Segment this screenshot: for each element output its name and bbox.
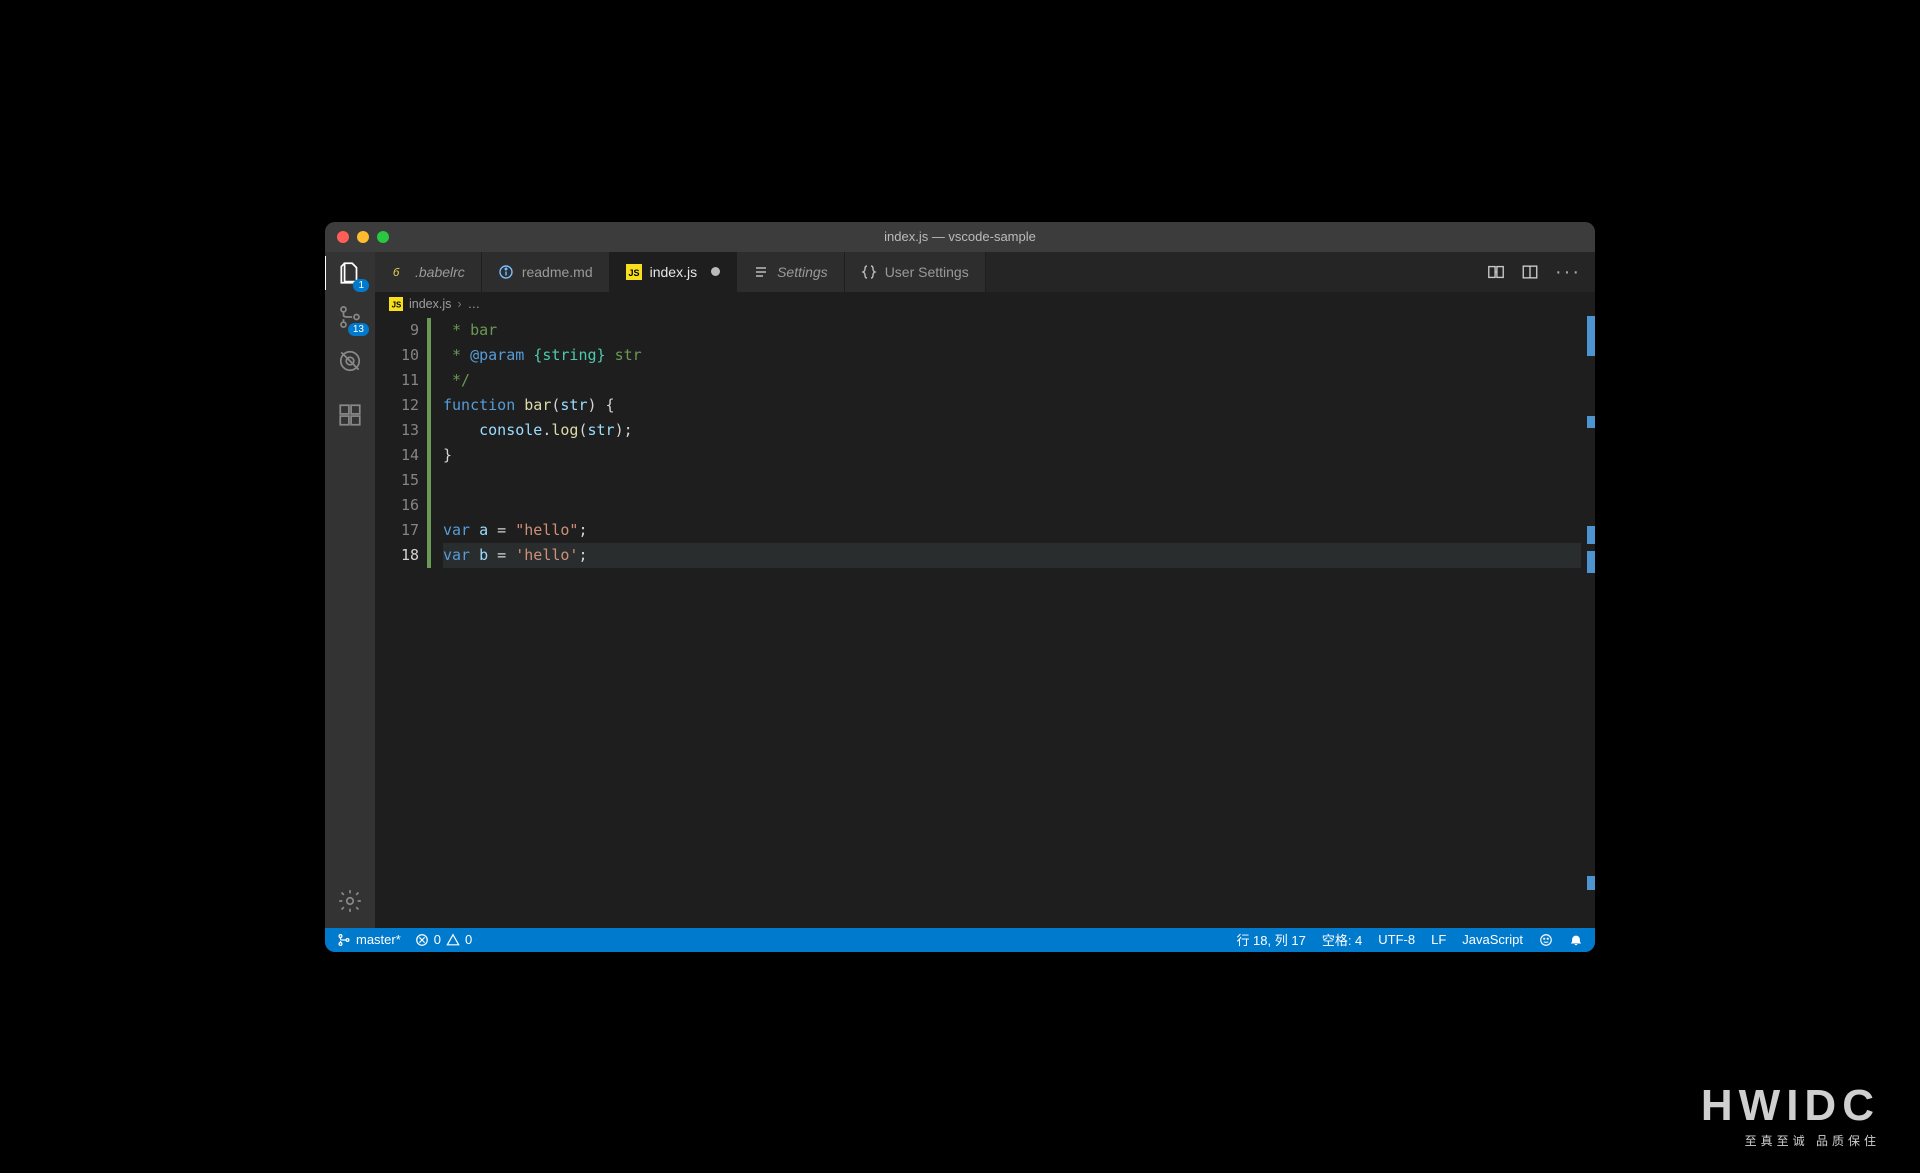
activity-source-control[interactable]: 13 bbox=[337, 304, 363, 330]
breadcrumb-rest: … bbox=[468, 297, 481, 311]
code-line[interactable]: var b = 'hello'; bbox=[443, 543, 1581, 568]
status-warnings: 0 bbox=[465, 932, 472, 947]
line-number: 14 bbox=[375, 443, 419, 468]
tab-bar: б .babelrc readme.md JS index.js Settings… bbox=[375, 252, 1595, 292]
zoom-window-button[interactable] bbox=[377, 231, 389, 243]
tab-label: Settings bbox=[777, 264, 828, 280]
breadcrumb[interactable]: JS index.js › … bbox=[375, 292, 1595, 316]
info-icon bbox=[498, 264, 514, 280]
more-actions-icon[interactable]: ··· bbox=[1555, 267, 1581, 277]
line-number: 13 bbox=[375, 418, 419, 443]
lines-icon bbox=[753, 264, 769, 280]
code-line[interactable] bbox=[443, 493, 1581, 518]
js-icon: JS bbox=[626, 264, 642, 280]
line-number: 9 bbox=[375, 318, 419, 343]
title-bar: index.js — vscode-sample bbox=[325, 222, 1595, 252]
watermark: HWIDC 至真至诚 品质保住 bbox=[1701, 1084, 1880, 1149]
code-line[interactable]: console.log(str); bbox=[443, 418, 1581, 443]
status-encoding[interactable]: UTF-8 bbox=[1378, 932, 1415, 947]
line-number: 10 bbox=[375, 343, 419, 368]
tab-readme-md[interactable]: readme.md bbox=[482, 252, 610, 292]
tab-settings[interactable]: Settings bbox=[737, 252, 845, 292]
overview-mark bbox=[1587, 876, 1595, 890]
tab-label: readme.md bbox=[522, 264, 593, 280]
code-line[interactable]: function bar(str) { bbox=[443, 393, 1581, 418]
code-area[interactable]: * bar * @param {string} str */function b… bbox=[431, 316, 1581, 928]
window-controls bbox=[337, 231, 389, 243]
dirty-indicator bbox=[711, 267, 720, 276]
tab-label: index.js bbox=[650, 264, 697, 280]
activity-explorer[interactable]: 1 bbox=[337, 260, 363, 286]
code-line[interactable] bbox=[443, 468, 1581, 493]
status-feedback[interactable] bbox=[1539, 933, 1553, 947]
overview-mark bbox=[1587, 316, 1595, 356]
minimize-window-button[interactable] bbox=[357, 231, 369, 243]
overview-mark bbox=[1587, 526, 1595, 544]
overview-ruler[interactable] bbox=[1581, 316, 1595, 928]
svg-text:JS: JS bbox=[628, 268, 639, 278]
close-window-button[interactable] bbox=[337, 231, 349, 243]
line-number: 17 bbox=[375, 518, 419, 543]
code-line[interactable]: } bbox=[443, 443, 1581, 468]
tab-user-settings[interactable]: User Settings bbox=[845, 252, 986, 292]
activity-debug[interactable] bbox=[337, 348, 363, 374]
tab-label: User Settings bbox=[885, 264, 969, 280]
code-line[interactable]: * @param {string} str bbox=[443, 343, 1581, 368]
status-language[interactable]: JavaScript bbox=[1462, 932, 1523, 947]
status-errors: 0 bbox=[434, 932, 441, 947]
scm-badge: 13 bbox=[348, 323, 369, 336]
code-line[interactable]: var a = "hello"; bbox=[443, 518, 1581, 543]
split-editor-icon[interactable] bbox=[1521, 263, 1539, 281]
status-indent[interactable]: 空格: 4 bbox=[1322, 930, 1362, 949]
line-number: 11 bbox=[375, 368, 419, 393]
tab-label: .babelrc bbox=[415, 264, 465, 280]
line-number: 15 bbox=[375, 468, 419, 493]
activity-bar: 1 13 bbox=[325, 252, 375, 928]
overview-mark bbox=[1587, 416, 1595, 428]
tab-index-js[interactable]: JS index.js bbox=[610, 252, 737, 292]
breadcrumb-separator: › bbox=[457, 297, 461, 311]
braces-icon bbox=[861, 264, 877, 280]
activity-settings[interactable] bbox=[337, 888, 363, 914]
line-number: 12 bbox=[375, 393, 419, 418]
js-file-icon: JS bbox=[389, 297, 403, 311]
svg-text:JS: JS bbox=[392, 300, 402, 309]
status-problems[interactable]: 0 0 bbox=[415, 932, 472, 947]
line-number: 16 bbox=[375, 493, 419, 518]
tab--babelrc[interactable]: б .babelrc bbox=[375, 252, 482, 292]
explorer-badge: 1 bbox=[353, 279, 369, 292]
breadcrumb-file: index.js bbox=[409, 297, 451, 311]
vscode-window: index.js — vscode-sample 1 13 bbox=[325, 222, 1595, 952]
status-branch[interactable]: master* bbox=[337, 932, 401, 947]
babel-icon: б bbox=[391, 264, 407, 280]
editor[interactable]: 9101112131415161718 * bar * @param {stri… bbox=[375, 316, 1595, 928]
window-title: index.js — vscode-sample bbox=[325, 229, 1595, 244]
status-bar: master* 0 0 行 18, 列 17 空格: 4 UTF-8 LF Ja… bbox=[325, 928, 1595, 952]
status-branch-label: master* bbox=[356, 932, 401, 947]
activity-extensions[interactable] bbox=[337, 402, 363, 428]
svg-text:б: б bbox=[393, 267, 400, 279]
status-cursor[interactable]: 行 18, 列 17 bbox=[1236, 930, 1305, 949]
code-line[interactable]: * bar bbox=[443, 318, 1581, 343]
compare-changes-icon[interactable] bbox=[1487, 263, 1505, 281]
line-number: 18 bbox=[375, 543, 419, 568]
status-notifications[interactable] bbox=[1569, 933, 1583, 947]
status-eol[interactable]: LF bbox=[1431, 932, 1446, 947]
code-line[interactable]: */ bbox=[443, 368, 1581, 393]
line-number-gutter: 9101112131415161718 bbox=[375, 316, 427, 928]
overview-mark bbox=[1587, 551, 1595, 573]
